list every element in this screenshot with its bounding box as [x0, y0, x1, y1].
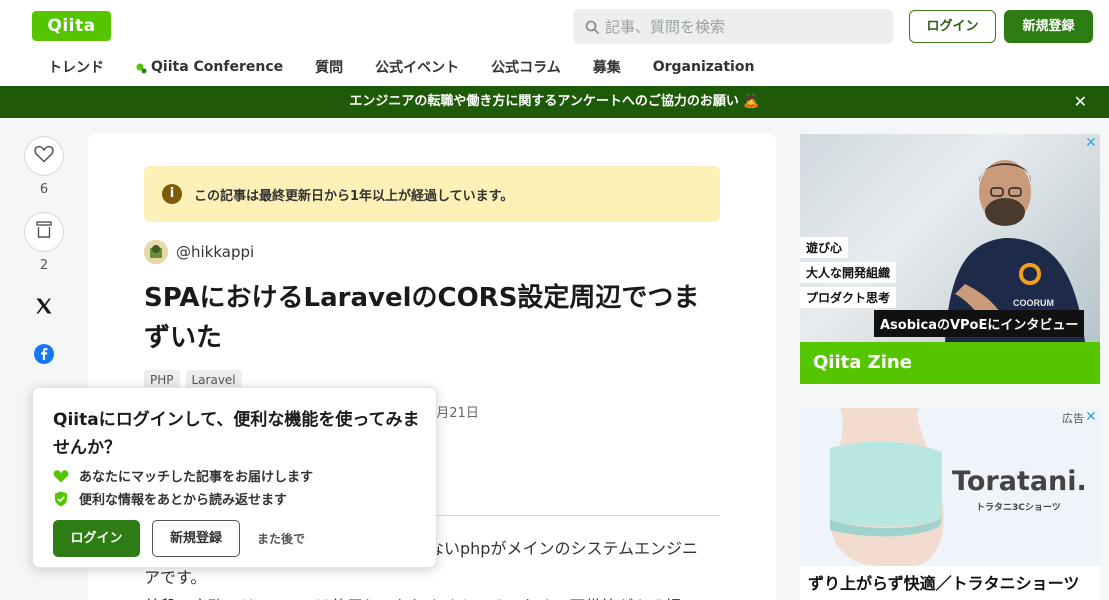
- feature-item: あなたにマッチした記事をお届けします: [53, 466, 416, 485]
- popup-login-button[interactable]: ログイン: [53, 520, 140, 557]
- ad-close-icon[interactable]: ✕: [1084, 136, 1098, 150]
- notice-text: この記事は最終更新日から1年以上が経過しています。: [194, 188, 514, 204]
- action-rail: 6 2: [24, 136, 64, 376]
- search-box[interactable]: [573, 9, 893, 44]
- popup-title: Qiitaにログインして、便利な機能を使ってみませんか？: [53, 410, 420, 458]
- site-header: Qiita ログイン 新規登録 トレンド Qiita Conference 質問…: [0, 0, 1109, 86]
- shield-check-icon: [53, 491, 69, 507]
- popup-actions: ログイン 新規登録 また後で: [53, 520, 416, 557]
- nav-item-trend[interactable]: トレンド: [48, 56, 104, 78]
- ad-brand-sub: トラタニ3Cショーツ: [976, 503, 1061, 513]
- toratani-ad[interactable]: 広告 ✕ Toratani. トラタニ3Cショーツ ずり上がらず快適／トラタニシ…: [800, 408, 1100, 600]
- shirt-logo-text: COORUM: [1013, 298, 1054, 308]
- survey-banner[interactable]: エンジニアの転職や働き方に関するアンケートへのご協力のお願い 🙇 ✕: [0, 86, 1109, 118]
- login-button[interactable]: ログイン: [909, 10, 996, 43]
- signup-button[interactable]: 新規登録: [1004, 10, 1093, 43]
- ad-tagline: 遊び心: [800, 237, 849, 258]
- like-count: 6: [39, 182, 49, 197]
- body-line: 普段の実務ではLaravelは使用しておりません。そのため、不備等がある場: [144, 592, 720, 600]
- author-info[interactable]: @hikkappi: [144, 240, 254, 264]
- qiita-logo[interactable]: Qiita: [32, 11, 111, 41]
- product-illustration: [830, 408, 944, 566]
- ad-interview-text: AsobicaのVPoEにインタビュー: [874, 310, 1085, 337]
- nav-item-qiita-conference[interactable]: Qiita Conference: [136, 56, 283, 78]
- main-nav: トレンド Qiita Conference 質問 公式イベント 公式コラム 募集…: [48, 56, 786, 78]
- popup-signup-button[interactable]: 新規登録: [152, 520, 240, 557]
- nav-item-questions[interactable]: 質問: [315, 56, 343, 78]
- like-button[interactable]: [24, 136, 64, 176]
- ad-tagline: 大人な開発組織: [800, 262, 897, 283]
- share-facebook-button[interactable]: [24, 336, 64, 376]
- nav-item-label: Qiita Conference: [151, 59, 284, 75]
- ad-label: 広告: [1062, 412, 1084, 425]
- avatar[interactable]: [144, 240, 168, 264]
- stock-icon: [36, 221, 52, 243]
- nav-item-organization[interactable]: Organization: [653, 56, 755, 78]
- nav-item-official-events[interactable]: 公式イベント: [375, 56, 459, 78]
- banner-text: エンジニアの転職や働き方に関するアンケートへのご協力のお願い: [349, 94, 739, 109]
- stock-button[interactable]: [24, 212, 64, 252]
- facebook-icon: [34, 344, 54, 368]
- search-input[interactable]: [605, 17, 885, 36]
- article-title: SPAにおけるLaravelのCORS設定周辺でつまずいた: [144, 283, 700, 353]
- heart-filled-icon: [53, 468, 69, 484]
- feature-item: 便利な情報をあとから読み返せます: [53, 489, 416, 508]
- x-logo-icon: [35, 297, 53, 319]
- ad-headline: ずり上がらず快適／トラタニショーツ: [808, 574, 1080, 593]
- outdated-notice: i この記事は最終更新日から1年以上が経過しています。: [144, 166, 720, 222]
- share-x-button[interactable]: [24, 288, 64, 328]
- conference-icon: [136, 62, 147, 73]
- qiita-zine-ad[interactable]: COORUM 遊び心 大人な開発組織 プロダクト思考 AsobicaのVPoEに…: [800, 134, 1100, 384]
- ad-brand: Toratani.: [952, 466, 1087, 497]
- ad-close-icon[interactable]: ✕: [1084, 410, 1098, 424]
- login-prompt-popup: Qiitaにログインして、便利な機能を使ってみませんか？ あなたにマッチした記事…: [32, 387, 437, 568]
- ad-tagline: プロダクト思考: [800, 287, 897, 308]
- bow-emoji-icon: 🙇: [743, 94, 760, 109]
- info-icon: i: [162, 184, 182, 204]
- qiita-zine-label: Qiita Zine: [800, 342, 1100, 384]
- feature-text: あなたにマッチした記事をお届けします: [79, 470, 314, 485]
- nav-item-recruit[interactable]: 募集: [593, 56, 621, 78]
- stock-count: 2: [39, 258, 49, 273]
- feature-text: 便利な情報をあとから読み返せます: [79, 493, 288, 508]
- nav-item-official-columns[interactable]: 公式コラム: [491, 56, 561, 78]
- heart-icon: [34, 145, 54, 167]
- search-icon: [583, 18, 601, 36]
- popup-later-link[interactable]: また後で: [257, 530, 305, 547]
- author-name[interactable]: @hikkappi: [176, 243, 254, 261]
- close-icon[interactable]: ✕: [1074, 86, 1087, 118]
